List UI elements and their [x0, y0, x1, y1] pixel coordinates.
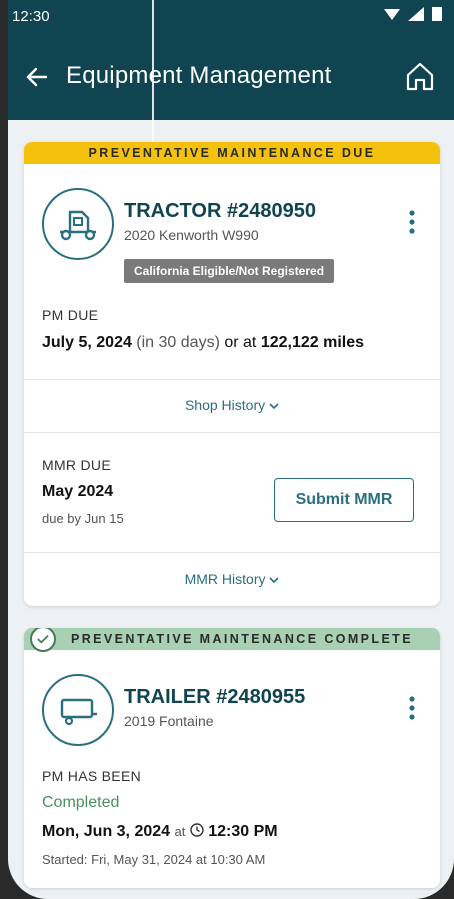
mmr-month: May 2024 — [42, 483, 113, 501]
pm-due-banner: PREVENTATIVE MAINTENANCE DUE — [24, 142, 440, 164]
completed-time: 12:30 PM — [208, 823, 278, 840]
divider — [24, 432, 440, 433]
status-bar: 12:30 — [8, 0, 454, 36]
pm-due-label: PM DUE — [42, 307, 99, 323]
kebab-icon[interactable] — [404, 694, 420, 722]
completed-status: Completed — [42, 794, 120, 811]
started-text: Started: Fri, May 31, 2024 at 10:30 AM — [42, 852, 266, 867]
shop-history-label: Shop History — [184, 397, 266, 413]
phone-screen: 12:30 Equipment Management PREVENTATIVE … — [8, 0, 454, 899]
status-time: 12:30 — [12, 8, 50, 25]
home-icon[interactable] — [402, 58, 438, 94]
completed-at: at — [174, 824, 186, 839]
kebab-icon[interactable] — [404, 208, 420, 236]
chevron-down-icon — [269, 403, 279, 410]
pm-has-been-label: PM HAS BEEN — [42, 768, 141, 784]
clock-icon — [190, 823, 204, 837]
status-icons — [384, 7, 442, 21]
unit-name[interactable]: TRAILER #2480955 — [124, 686, 305, 709]
shop-history-link[interactable]: Shop History — [24, 397, 440, 413]
unit-model: 2019 Fontaine — [124, 713, 214, 729]
mmr-month-text: May 2024 — [42, 483, 114, 500]
chevron-down-icon — [269, 577, 279, 584]
wifi-icon — [384, 9, 400, 20]
check-circle-icon — [30, 628, 56, 652]
status-badge: California Eligible/Not Registered — [124, 259, 335, 283]
back-arrow-icon[interactable] — [22, 62, 52, 92]
completed-line: Mon, Jun 3, 2024 at 12:30 PM — [42, 823, 278, 841]
tractor-icon — [42, 188, 114, 260]
pm-due-days: (in 30 days) — [136, 334, 220, 351]
pm-due-date: July 5, 2024 — [42, 334, 132, 351]
pm-due-line: July 5, 2024 (in 30 days) or at 122,122 … — [42, 334, 364, 352]
divider — [24, 379, 440, 380]
trailer-icon — [42, 674, 114, 746]
unit-model: 2020 Kenworth W990 — [124, 227, 259, 243]
divider — [24, 552, 440, 553]
completed-date: Mon, Jun 3, 2024 — [42, 823, 171, 840]
mmr-due-label: MMR DUE — [42, 457, 111, 473]
mmr-history-link[interactable]: MMR History — [24, 571, 440, 587]
submit-mmr-button[interactable]: Submit MMR — [274, 478, 414, 522]
page-title: Equipment Management — [66, 62, 332, 89]
unit-name[interactable]: TRACTOR #2480950 — [124, 200, 316, 223]
signal-icon — [408, 7, 424, 21]
pm-complete-text: PREVENTATIVE MAINTENANCE COMPLETE — [71, 632, 413, 646]
tractor-card: PREVENTATIVE MAINTENANCE DUE TRACTOR #24… — [24, 142, 440, 606]
battery-icon — [432, 7, 442, 21]
mmr-due-by: due by Jun 15 — [42, 511, 124, 526]
cursor-line — [152, 0, 154, 152]
mmr-history-label: MMR History — [184, 571, 266, 587]
pm-due-miles: 122,122 miles — [260, 334, 365, 351]
pm-complete-banner: PREVENTATIVE MAINTENANCE COMPLETE — [24, 628, 440, 652]
pm-due-or: or at — [224, 334, 257, 351]
trailer-card: PREVENTATIVE MAINTENANCE COMPLETE TRAILE… — [24, 628, 440, 888]
app-bar: Equipment Management — [8, 36, 454, 120]
